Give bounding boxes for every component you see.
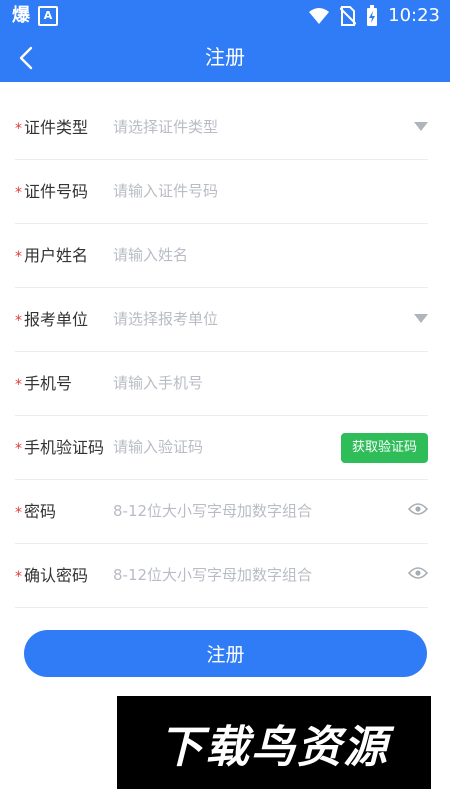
notification-a-icon: A [38,6,58,26]
id-number-input[interactable] [113,175,373,207]
status-bar: 爆 A 10:23 [0,0,450,32]
wifi-icon [309,8,330,24]
required-mark: * [15,569,22,585]
form-row-confirm-password: * 确认密码 [15,544,428,608]
phone-label: * 手机号 [15,352,72,415]
exam-unit-select[interactable] [113,303,373,335]
eye-icon[interactable] [408,566,428,580]
confirm-password-label: * 确认密码 [15,544,88,607]
battery-charging-icon [367,5,378,26]
password-input[interactable] [113,495,373,527]
watermark-text: 下载鸟资源 [159,721,389,773]
status-time: 10:23 [388,5,440,26]
form-row-sms-code: *手机验证码 获取验证码 [15,416,428,480]
app-header: 注册 [0,32,450,82]
password-label: * 密码 [15,480,56,543]
password-label-text: 密码 [24,502,57,521]
get-code-button[interactable]: 获取验证码 [340,433,428,463]
id-number-label: * 证件号码 [15,160,88,223]
back-button[interactable] [10,42,42,74]
sms-code-label: * 手机验证码 [15,416,104,479]
required-mark: * [15,313,22,329]
required-mark: * [15,185,22,201]
required-mark: * [15,121,22,137]
form-row-exam-unit: * 报考单位 [15,288,428,352]
required-mark: * [15,249,22,265]
exam-unit-label-text: 报考单位 [24,310,89,329]
required-mark: * [15,505,22,521]
exam-unit-label: * 报考单位 [15,288,88,351]
required-mark: * [15,377,22,393]
id-type-label: * 证件类型 [15,96,88,159]
page-title: 注册 [205,45,245,69]
user-name-label-text: 用户姓名 [24,246,89,265]
form-row-phone: * 手机号 [15,352,428,416]
eye-icon[interactable] [408,502,428,516]
sms-code-input[interactable] [113,431,333,463]
register-form: *证件类型 *证件号码 *用户姓名 *报考单位 *手机号 *手机验证码 获取验证… [0,96,450,608]
register-button[interactable]: 注册 [24,630,427,677]
phone-label-text: 手机号 [24,374,73,393]
status-bar-right: 10:23 [308,3,440,29]
dropdown-triangle-icon[interactable] [414,314,428,323]
confirm-password-label-text: 确认密码 [24,566,89,585]
dropdown-triangle-icon[interactable] [414,122,428,131]
watermark-logo: 下载鸟资源 [117,696,431,789]
user-name-input[interactable] [113,239,373,271]
confirm-password-input[interactable] [113,559,373,591]
phone-input[interactable] [113,367,373,399]
sms-code-label-text: 手机验证码 [24,438,105,457]
chevron-left-icon [19,46,33,70]
required-mark: * [15,441,22,457]
id-type-label-text: 证件类型 [24,118,89,137]
no-sim-icon [340,6,357,26]
form-row-id-type: * 证件类型 [15,96,428,160]
id-number-label-text: 证件号码 [24,182,89,201]
form-row-id-number: * 证件号码 [15,160,428,224]
id-type-select[interactable] [113,111,373,143]
notification-app-icon: 爆 [12,5,30,26]
form-row-password: * 密码 [15,480,428,544]
status-bar-left: 爆 A [12,4,58,28]
form-row-user-name: * 用户姓名 [15,224,428,288]
user-name-label: * 用户姓名 [15,224,88,287]
